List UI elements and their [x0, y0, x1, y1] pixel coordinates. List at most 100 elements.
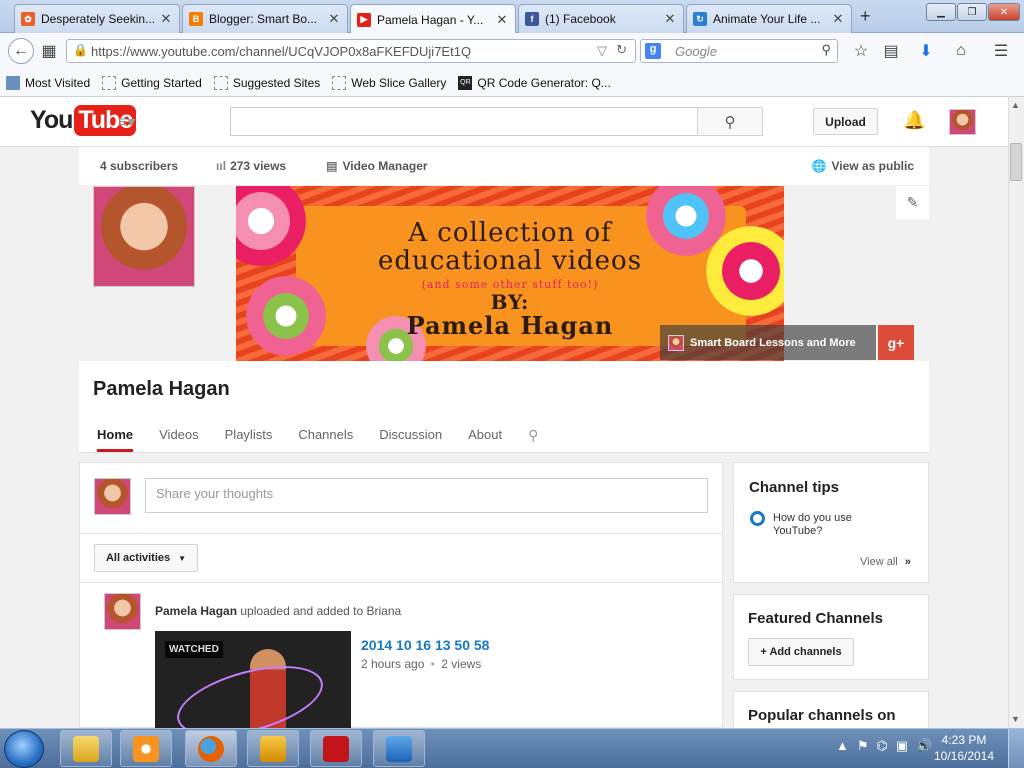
display-icon[interactable]: ▣ — [896, 738, 908, 754]
scroll-down-arrow-icon[interactable]: ▼ — [1011, 714, 1020, 724]
video-age: 2 hours ago — [361, 657, 425, 671]
home-icon[interactable]: ⌂ — [950, 40, 972, 62]
notifications-bell-icon[interactable]: 🔔 — [903, 110, 925, 131]
scrollbar-thumb[interactable] — [1010, 143, 1022, 181]
show-desktop-button[interactable] — [1008, 729, 1024, 768]
dropdown-arrow-icon[interactable]: ▽ — [597, 43, 607, 59]
menu-icon[interactable]: ☰ — [990, 40, 1012, 62]
close-window-button[interactable]: ✕ — [988, 3, 1020, 21]
view-all-link[interactable]: View all » — [860, 556, 911, 568]
activity-user-link[interactable]: Pamela Hagan — [155, 604, 237, 618]
bookmarks-list-icon[interactable]: ▤ — [880, 40, 902, 62]
all-activities-dropdown[interactable]: All activities ▼ — [94, 544, 198, 572]
channel-search-icon[interactable]: ⚲ — [528, 420, 538, 452]
close-tab-icon[interactable]: ✕ — [495, 12, 509, 28]
minimize-button[interactable]: ▁ — [926, 3, 956, 21]
taskbar-media-player[interactable] — [120, 730, 172, 767]
blogger-icon: B — [189, 12, 203, 26]
tab-discussion[interactable]: Discussion — [379, 420, 442, 452]
taskbar-outlook[interactable] — [247, 730, 299, 767]
share-thoughts-input[interactable]: Share your thoughts — [145, 478, 708, 513]
bookmark-web-slice-gallery[interactable]: Web Slice Gallery — [332, 75, 446, 90]
commenter-avatar — [94, 478, 131, 515]
downloads-icon[interactable]: ⬇ — [915, 40, 937, 62]
google-plus-page-link[interactable]: Smart Board Lessons and More — [660, 325, 876, 360]
url-bar[interactable]: 🔒 https://www.youtube.com/channel/UCqVJO… — [66, 39, 636, 63]
new-tab-button[interactable]: + — [860, 6, 871, 27]
logo-you: You — [30, 106, 73, 134]
channel-profile-photo[interactable] — [93, 186, 195, 287]
banner-title-line1: A collection of — [408, 218, 612, 248]
tab-label: Pamela Hagan - Y... — [377, 12, 484, 27]
close-tab-icon[interactable]: ✕ — [159, 11, 173, 27]
reload-icon[interactable]: ↻ — [616, 42, 627, 58]
feed-divider — [79, 582, 723, 583]
google-plus-icon[interactable]: g+ — [878, 325, 914, 360]
video-title-link[interactable]: 2014 10 16 13 50 58 — [361, 637, 489, 653]
video-manager-link[interactable]: Video Manager — [342, 159, 427, 173]
show-hidden-icons[interactable]: ▲ — [836, 738, 849, 754]
page-avatar — [668, 334, 684, 351]
history-icon[interactable]: ▦ — [38, 40, 60, 62]
scroll-up-arrow-icon[interactable]: ▲ — [1011, 100, 1020, 110]
channel-tips-title: Channel tips — [749, 479, 840, 496]
tab-label: Blogger: Smart Bo... — [209, 12, 318, 26]
back-arrow-icon[interactable]: ← — [8, 38, 34, 64]
account-avatar[interactable] — [949, 109, 976, 135]
tab-home[interactable]: Home — [97, 420, 134, 452]
taskbar-notes[interactable] — [373, 730, 425, 767]
tab-about[interactable]: About — [468, 420, 502, 452]
bookmark-qr-code[interactable]: QR QR Code Generator: Q... — [458, 75, 611, 90]
bookmark-suggested-sites[interactable]: Suggested Sites — [213, 75, 320, 90]
bookmark-most-visited[interactable]: Most Visited — [6, 75, 90, 90]
maximize-button[interactable]: ❐ — [957, 3, 987, 21]
bookmarks-toolbar: Most Visited Getting Started Suggested S… — [0, 69, 1024, 97]
windows-start-button[interactable] — [4, 730, 44, 768]
page-scrollbar[interactable] — [1008, 97, 1024, 728]
uploader-avatar[interactable] — [104, 593, 141, 630]
taskbar-explorer[interactable] — [60, 730, 112, 767]
tab-label: Animate Your Life ... — [713, 12, 821, 26]
tab-playlists[interactable]: Playlists — [225, 420, 273, 452]
search-icon[interactable]: ⚲ — [821, 42, 831, 58]
tab-videos[interactable]: Videos — [159, 420, 199, 452]
edit-pencil-icon[interactable]: ✎ — [896, 186, 929, 219]
tab-channels[interactable]: Channels — [298, 420, 353, 452]
subscriber-count: 4 subscribers — [100, 159, 179, 173]
youtube-search-button[interactable]: ⚲ — [697, 107, 763, 136]
browser-tab-facebook[interactable]: f (1) Facebook ✕ — [518, 4, 684, 33]
notes-icon — [386, 735, 412, 762]
taskbar-acrobat[interactable] — [310, 730, 362, 767]
feed-divider — [79, 533, 723, 534]
browser-tab-youtube[interactable]: ▶ Pamela Hagan - Y... ✕ — [350, 4, 516, 34]
channel-name: Pamela Hagan — [93, 378, 230, 400]
flag-icon[interactable]: ⚑ — [857, 738, 869, 754]
taskbar-clock[interactable]: 4:23 PM 10/16/2014 — [930, 732, 998, 764]
taskbar-firefox[interactable] — [185, 730, 237, 767]
close-tab-icon[interactable]: ✕ — [327, 11, 341, 27]
view-as-public-link[interactable]: View as public — [832, 159, 914, 173]
close-tab-icon[interactable]: ✕ — [663, 11, 677, 27]
star-icon[interactable]: ☆ — [850, 40, 872, 62]
browser-tab-animate[interactable]: ↻ Animate Your Life ... ✕ — [686, 4, 852, 33]
network-icon[interactable]: ⌬ — [877, 738, 888, 754]
featured-channels-card — [733, 594, 929, 680]
browser-search-box[interactable]: g Google ⚲ — [640, 39, 838, 63]
add-channels-button[interactable]: + Add channels — [748, 638, 854, 666]
view-all-label: View all — [860, 556, 898, 568]
close-tab-icon[interactable]: ✕ — [831, 11, 845, 27]
browser-tab-desperately-seeking[interactable]: ✿ Desperately Seekin... ✕ — [14, 4, 180, 33]
google-icon[interactable]: g — [645, 43, 661, 59]
browser-tab-blogger[interactable]: B Blogger: Smart Bo... ✕ — [182, 4, 348, 33]
chevron-right-icon: » — [904, 556, 911, 568]
meta-separator: • — [430, 657, 435, 671]
upload-button[interactable]: Upload — [813, 108, 878, 135]
channel-tabs: Home Videos Playlists Channels Discussio… — [79, 420, 551, 453]
tip-link[interactable]: How do you use YouTube? — [773, 512, 883, 538]
youtube-search-input[interactable] — [230, 107, 698, 136]
firefox-icon — [198, 735, 224, 762]
view-count[interactable]: 273 views — [230, 159, 286, 173]
bookmark-getting-started[interactable]: Getting Started — [102, 75, 202, 90]
activity-text: uploaded and added to Briana — [237, 604, 402, 618]
guide-menu-icon[interactable]: ≡▾ — [118, 112, 135, 132]
